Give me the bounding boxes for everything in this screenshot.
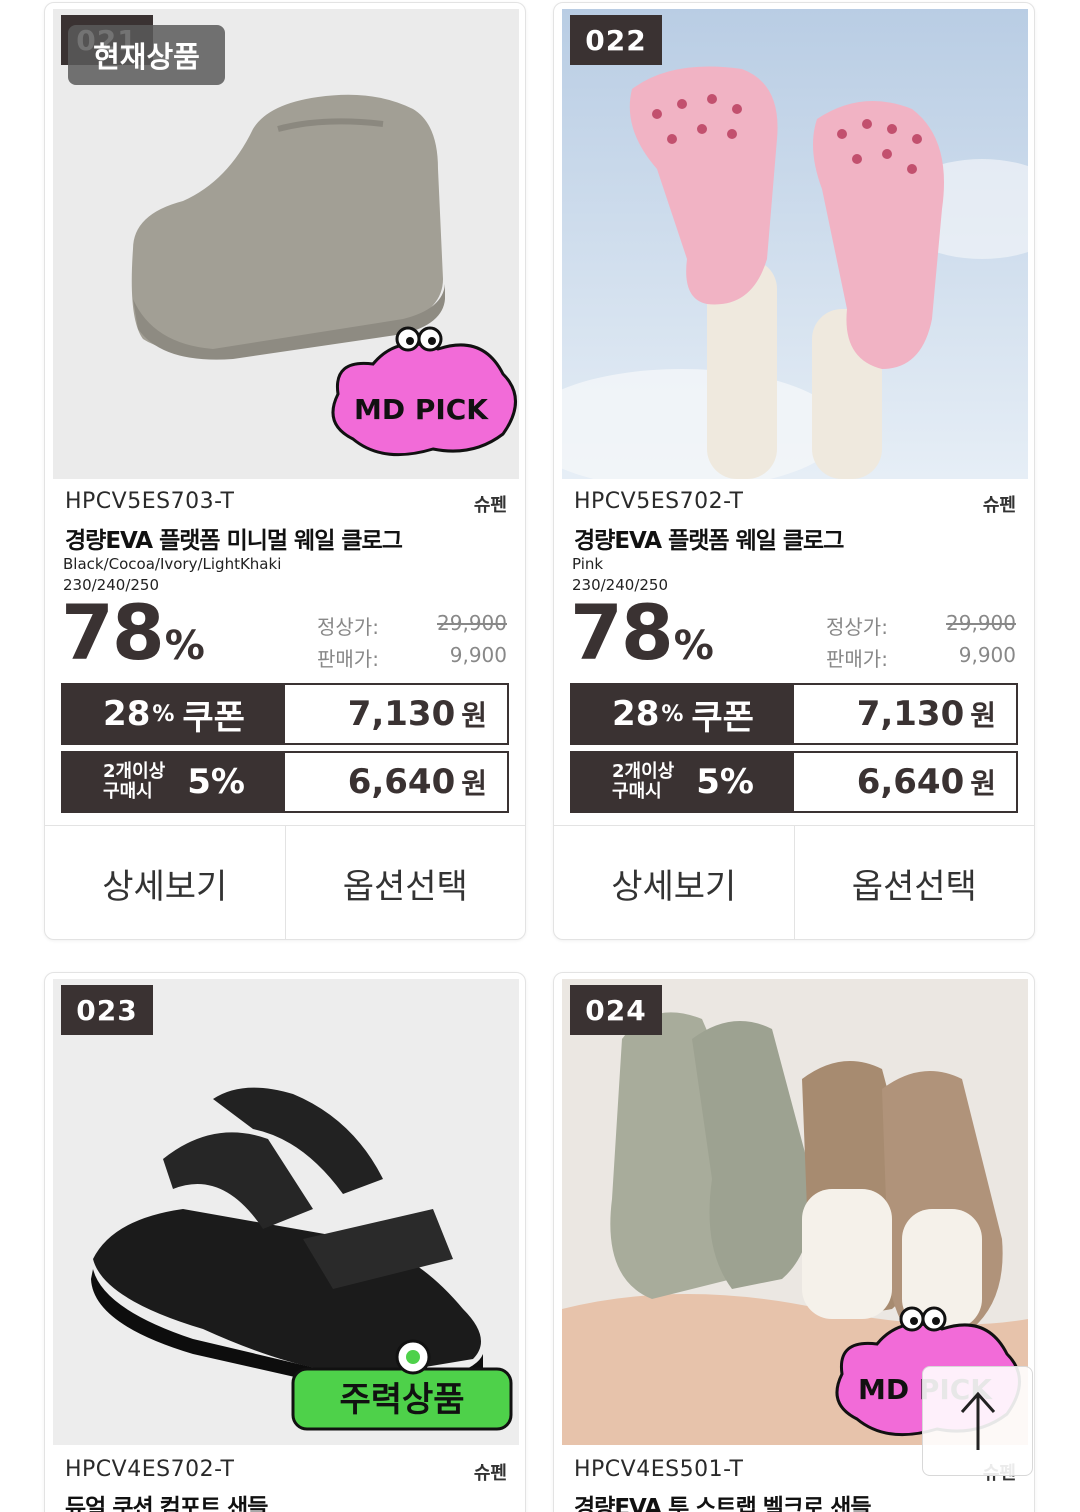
product-image[interactable]: 022 — [562, 9, 1028, 479]
discount-percent: 78% — [570, 588, 714, 677]
product-name[interactable]: 경량EVA 플랫폼 미니멀 웨일 클로그 — [65, 521, 403, 555]
option-select-button[interactable]: 옵션선택 — [793, 826, 1035, 939]
coupon-price-box: 28% 쿠폰 7,130 원 — [61, 683, 509, 745]
product-code: HPCV4ES501-T — [574, 1457, 744, 1482]
brand-label: 슈펜 — [473, 1463, 507, 1484]
product-card[interactable]: MD PICK 021 HPCV5ES703-T 슈펜 경량EVA 플랫폼 미니… — [44, 2, 526, 940]
product-number-badge: 023 — [61, 985, 153, 1035]
detail-button[interactable]: 상세보기 — [554, 826, 794, 939]
product-colors: Pink — [572, 555, 604, 573]
product-code: HPCV4ES702-T — [65, 1457, 235, 1482]
discount-percent: 78% — [61, 588, 205, 677]
coupon-price-box: 28% 쿠폰 7,130 원 — [570, 683, 1018, 745]
product-code: HPCV5ES703-T — [65, 489, 235, 514]
product-image[interactable]: 주력상품 023 — [53, 979, 519, 1445]
product-number-badge: 022 — [570, 15, 662, 65]
product-card[interactable]: 주력상품 023 HPCV4ES702-T 슈펜 듀얼 쿠션 컴포트 샌들 — [44, 972, 526, 1512]
product-name[interactable]: 경량EVA 플랫폼 웨일 클로그 — [574, 521, 844, 555]
current-product-tag: 현재상품 — [68, 25, 225, 85]
product-card[interactable]: 022 HPCV5ES702-T 슈펜 경량EVA 플랫폼 웨일 클로그 Pin… — [553, 2, 1035, 940]
option-select-button[interactable]: 옵션선택 — [284, 826, 526, 939]
scroll-to-top-button[interactable] — [922, 1366, 1033, 1476]
svg-text:주력상품: 주력상품 — [339, 1380, 464, 1420]
product-name[interactable]: 듀얼 쿠션 컴포트 샌들 — [65, 1488, 268, 1512]
svg-text:MD PICK: MD PICK — [354, 393, 489, 426]
arrow-up-icon — [960, 1391, 995, 1450]
regular-price-row: 정상가: 29,900 — [317, 611, 507, 639]
detail-button[interactable]: 상세보기 — [45, 826, 285, 939]
brand-label: 슈펜 — [473, 495, 507, 516]
product-colors: Black/Cocoa/Ivory/LightKhaki — [63, 555, 282, 573]
product-number-badge: 024 — [570, 985, 662, 1035]
regular-price-row: 정상가: 29,900 — [826, 611, 1016, 639]
product-code: HPCV5ES702-T — [574, 489, 744, 514]
brand-label: 슈펜 — [982, 495, 1016, 516]
multi-buy-price-box: 2개이상 구매시 5% 6,640 원 — [61, 751, 509, 813]
sale-price-row: 판매가: 9,900 — [826, 643, 1016, 671]
product-name[interactable]: 경량EVA 투 스트랩 벨크로 샌들 — [574, 1488, 872, 1512]
sale-price-row: 판매가: 9,900 — [317, 643, 507, 671]
multi-buy-price-box: 2개이상 구매시 5% 6,640 원 — [570, 751, 1018, 813]
